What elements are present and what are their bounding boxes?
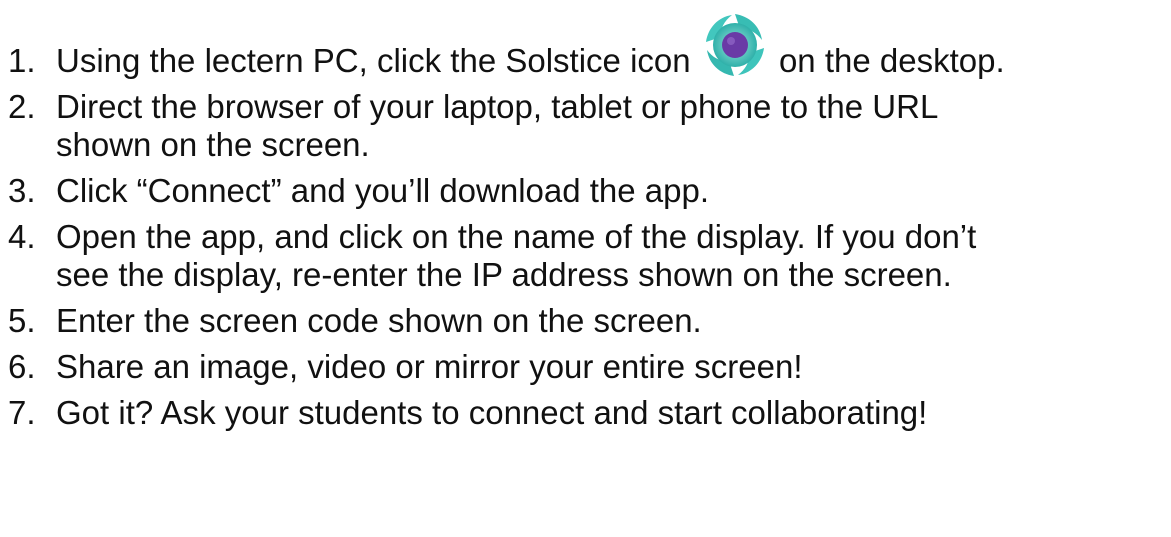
step-line: Enter the screen code shown on the scree… xyxy=(56,302,702,339)
step-4: 4. Open the app, and click on the name o… xyxy=(8,218,1168,294)
step-number: 1. xyxy=(8,42,36,79)
step-line: Got it? Ask your students to connect and… xyxy=(56,394,928,431)
step-line: see the display, re-enter the IP address… xyxy=(56,256,952,293)
step-1-text-after-icon: on the desktop. xyxy=(778,42,1005,79)
solstice-icon-graphic xyxy=(705,14,764,76)
step-1-text-before-icon: Using the lectern PC, click the Solstice… xyxy=(56,42,691,79)
step-number: 2. xyxy=(8,88,36,125)
step-number: 7. xyxy=(8,394,36,431)
step-text: Click “Connect” and you’ll download the … xyxy=(56,172,1168,210)
step-number: 6. xyxy=(8,348,36,385)
step-line: Click “Connect” and you’ll download the … xyxy=(56,172,710,209)
step-text: Direct the browser of your laptop, table… xyxy=(56,88,1168,164)
step-line: Direct the browser of your laptop, table… xyxy=(56,88,939,125)
step-text: Share an image, video or mirror your ent… xyxy=(56,348,1168,386)
step-line: shown on the screen. xyxy=(56,126,370,163)
step-7: 7. Got it? Ask your students to connect … xyxy=(8,394,1168,432)
step-3: 3. Click “Connect” and you’ll download t… xyxy=(8,172,1168,210)
step-text: Using the lectern PC, click the Solstice… xyxy=(56,14,1168,80)
instruction-list: 1. Using the lectern PC, click the Solst… xyxy=(8,14,1168,440)
step-number: 4. xyxy=(8,218,36,255)
step-number: 3. xyxy=(8,172,36,209)
solstice-icon xyxy=(704,14,766,80)
step-number: 5. xyxy=(8,302,36,339)
step-6: 6. Share an image, video or mirror your … xyxy=(8,348,1168,386)
step-1: 1. Using the lectern PC, click the Solst… xyxy=(8,14,1168,80)
step-line: Open the app, and click on the name of t… xyxy=(56,218,977,255)
step-text: Enter the screen code shown on the scree… xyxy=(56,302,1168,340)
step-line: Share an image, video or mirror your ent… xyxy=(56,348,803,385)
step-text: Got it? Ask your students to connect and… xyxy=(56,394,1168,432)
step-2: 2. Direct the browser of your laptop, ta… xyxy=(8,88,1168,164)
step-5: 5. Enter the screen code shown on the sc… xyxy=(8,302,1168,340)
step-text: Open the app, and click on the name of t… xyxy=(56,218,1168,294)
